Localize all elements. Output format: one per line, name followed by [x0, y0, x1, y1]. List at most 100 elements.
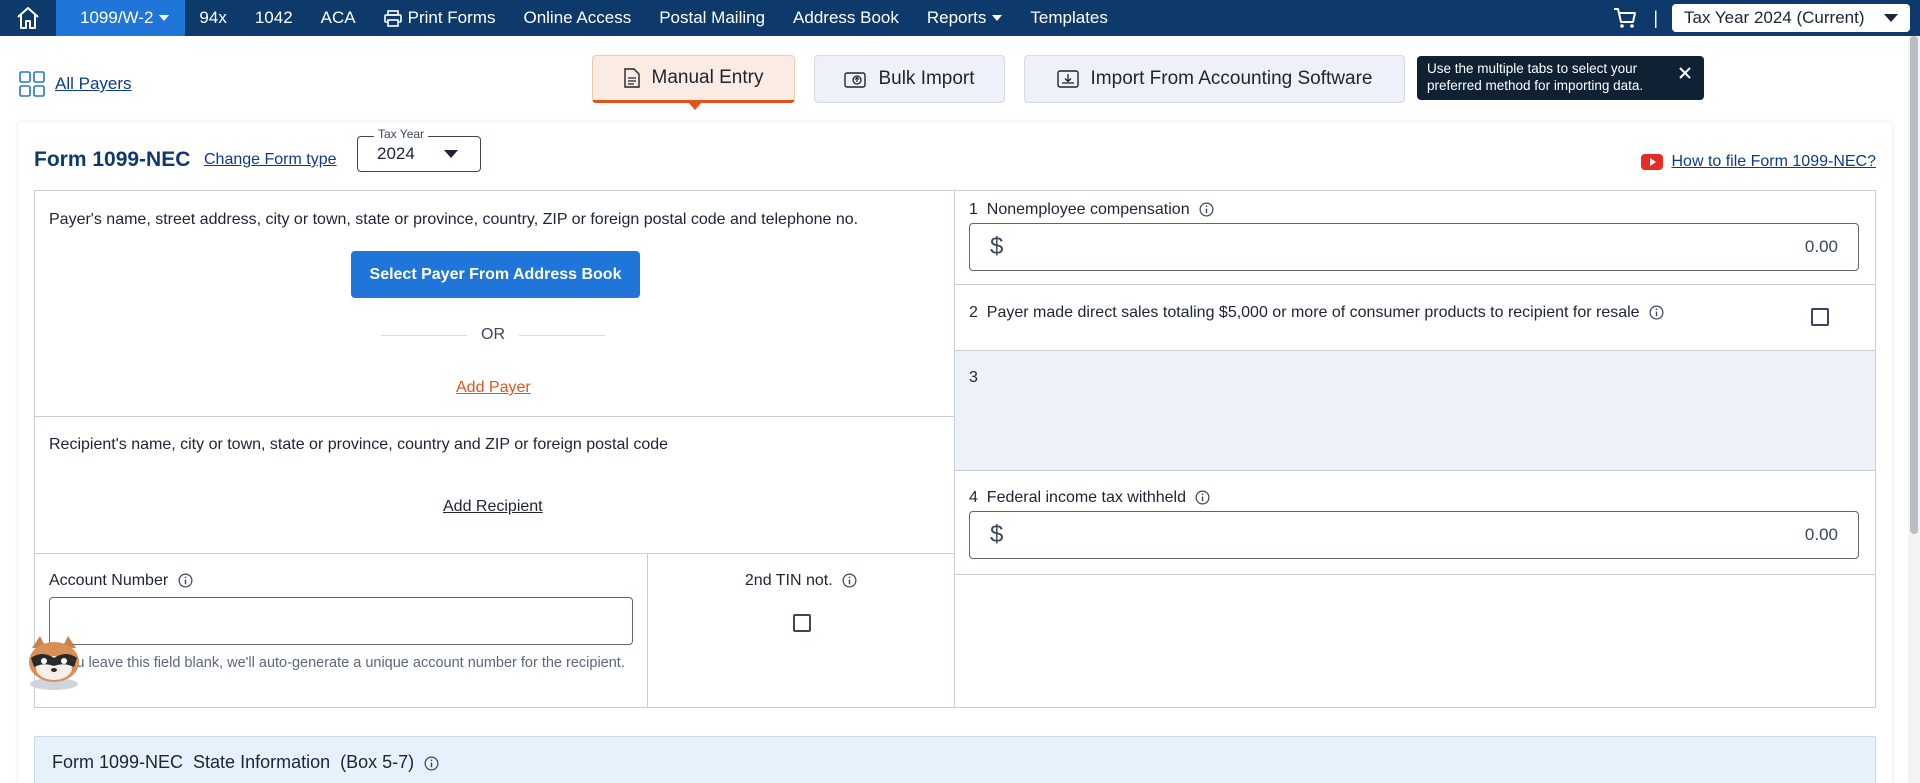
- nav-right: | Tax Year 2024 (Current): [1605, 0, 1920, 36]
- page-scrollbar[interactable]: [1908, 36, 1920, 783]
- account-number-input[interactable]: [49, 597, 633, 645]
- box-1-number: 1: [969, 201, 978, 218]
- nonemployee-compensation-value: 0.00: [1804, 237, 1838, 256]
- tab-manual-entry[interactable]: Manual Entry: [592, 55, 795, 103]
- nav-1099-w2[interactable]: 1099/W-2: [56, 0, 186, 36]
- printer-icon: [383, 9, 402, 27]
- tax-year-select[interactable]: Tax Year 2024 (Current): [1672, 4, 1910, 32]
- add-payer-link[interactable]: Add Payer: [456, 379, 531, 397]
- box-1-label: 1 Nonemployee compensation: [969, 201, 1214, 219]
- nav-print-forms[interactable]: Print Forms: [370, 0, 510, 36]
- form-year-legend: Tax Year: [374, 127, 429, 141]
- tab-label: Import From Accounting Software: [1090, 68, 1373, 89]
- grid-icon: [19, 71, 45, 97]
- upload-folder-icon: [844, 72, 867, 88]
- form-year-select[interactable]: 2024: [357, 136, 481, 172]
- federal-tax-withheld-value: 0.00: [1804, 525, 1838, 544]
- nav-label: Postal Mailing: [659, 8, 766, 27]
- raccoon-mascot-icon[interactable]: [22, 634, 86, 692]
- add-recipient-link[interactable]: Add Recipient: [443, 498, 543, 516]
- tab-label: Manual Entry: [651, 67, 764, 88]
- info-icon[interactable]: [842, 573, 857, 588]
- box-1: 1 Nonemployee compensation $ 0.00: [955, 191, 1875, 285]
- federal-tax-withheld-input[interactable]: $ 0.00: [969, 511, 1859, 559]
- all-payers-link[interactable]: All Payers: [19, 71, 132, 97]
- select-payer-button[interactable]: Select Payer From Address Book: [351, 251, 640, 298]
- recipient-label: Recipient's name, city or town, state or…: [49, 436, 669, 453]
- box-4-text: Federal income tax withheld: [986, 489, 1187, 506]
- direct-sales-checkbox[interactable]: [1811, 308, 1829, 326]
- nav-label: Print Forms: [407, 8, 496, 27]
- payer-label: Payer's name, street address, city or to…: [49, 211, 859, 228]
- box-3-number: 3: [969, 369, 978, 386]
- info-icon[interactable]: [178, 573, 193, 588]
- document-icon: [623, 68, 640, 88]
- caret-down-icon: [992, 15, 1003, 21]
- how-to-file-link[interactable]: How to file Form 1099-NEC?: [1641, 153, 1876, 171]
- payer-section: Payer's name, street address, city or to…: [35, 191, 954, 417]
- info-icon[interactable]: [1649, 305, 1664, 320]
- download-tray-icon: [1056, 70, 1079, 88]
- how-to-label: How to file Form 1099-NEC?: [1671, 153, 1876, 170]
- tab-label: Bulk Import: [878, 68, 975, 89]
- box-1-text: Nonemployee compensation: [986, 201, 1190, 218]
- nonemployee-compensation-input[interactable]: $ 0.00: [969, 223, 1859, 271]
- form-year-value: 2024: [377, 144, 415, 163]
- nav-templates[interactable]: Templates: [1016, 0, 1121, 36]
- state-information-text: Form 1099-NEC State Information (Box 5-7…: [52, 752, 415, 772]
- nav-postal-mailing[interactable]: Postal Mailing: [645, 0, 779, 36]
- nav-online-access[interactable]: Online Access: [509, 0, 645, 36]
- recipient-section: Recipient's name, city or town, state or…: [35, 417, 954, 554]
- change-form-type-link[interactable]: Change Form type: [204, 151, 337, 169]
- dollar-sign: $: [990, 233, 1004, 260]
- dollar-sign: $: [990, 521, 1004, 548]
- info-icon[interactable]: [1195, 490, 1210, 505]
- nav-label: ACA: [320, 8, 356, 27]
- account-number-hint: If you leave this field blank, we'll aut…: [49, 655, 625, 671]
- cart-icon: [1614, 8, 1637, 28]
- nav-reports[interactable]: Reports: [913, 0, 1017, 36]
- box-2-label: 2 Payer made direct sales totaling $5,00…: [969, 304, 1664, 322]
- nav-address-book[interactable]: Address Book: [779, 0, 913, 36]
- caret-down-icon: [159, 15, 170, 21]
- state-information-section[interactable]: Form 1099-NEC State Information (Box 5-7…: [34, 736, 1876, 783]
- tab-import-accounting[interactable]: Import From Accounting Software: [1024, 55, 1405, 103]
- nav-1042[interactable]: 1042: [241, 0, 307, 36]
- info-icon[interactable]: [424, 756, 439, 771]
- second-tin-section: 2nd TIN not.: [648, 554, 954, 707]
- cart-button[interactable]: [1605, 0, 1645, 36]
- or-divider: OR: [381, 326, 605, 344]
- tax-year-value: Tax Year 2024 (Current): [1684, 8, 1865, 27]
- top-nav: 1099/W-2 94x 1042 ACA Print Forms Online…: [0, 0, 1920, 36]
- box-3: 3: [955, 351, 1875, 471]
- info-icon[interactable]: [1199, 202, 1214, 217]
- box-4-number: 4: [969, 489, 978, 506]
- or-line: [519, 334, 605, 336]
- nav-label: 1099/W-2: [80, 8, 154, 27]
- home-button[interactable]: [0, 0, 56, 36]
- nav-94x[interactable]: 94x: [185, 0, 240, 36]
- scrollbar-thumb[interactable]: [1910, 36, 1918, 534]
- nav-label: Reports: [926, 8, 987, 27]
- nav-aca[interactable]: ACA: [307, 0, 370, 36]
- account-number-label: Account Number: [49, 572, 193, 590]
- form-grid: Payer's name, street address, city or to…: [34, 190, 1876, 708]
- all-payers-label: All Payers: [55, 74, 132, 93]
- nav-label: Online Access: [523, 8, 632, 27]
- import-tooltip: Use the multiple tabs to select your pre…: [1417, 56, 1704, 100]
- nav-label: Address Book: [793, 8, 899, 27]
- nav-label: Templates: [1030, 8, 1108, 27]
- caret-down-icon: [1884, 14, 1898, 22]
- youtube-icon: [1641, 154, 1664, 170]
- account-section: Account Number If you leave this field b…: [35, 554, 648, 707]
- tab-bulk-import[interactable]: Bulk Import: [814, 55, 1005, 103]
- or-line: [381, 334, 467, 336]
- close-icon[interactable]: [1676, 64, 1694, 82]
- second-tin-checkbox[interactable]: [793, 614, 811, 632]
- home-icon: [17, 7, 39, 29]
- state-information-title: Form 1099-NEC State Information (Box 5-7…: [52, 752, 439, 773]
- box-4-label: 4 Federal income tax withheld: [969, 489, 1210, 507]
- or-label: OR: [481, 326, 505, 343]
- nav-label: 94x: [199, 8, 227, 27]
- nav-divider: |: [1653, 7, 1658, 28]
